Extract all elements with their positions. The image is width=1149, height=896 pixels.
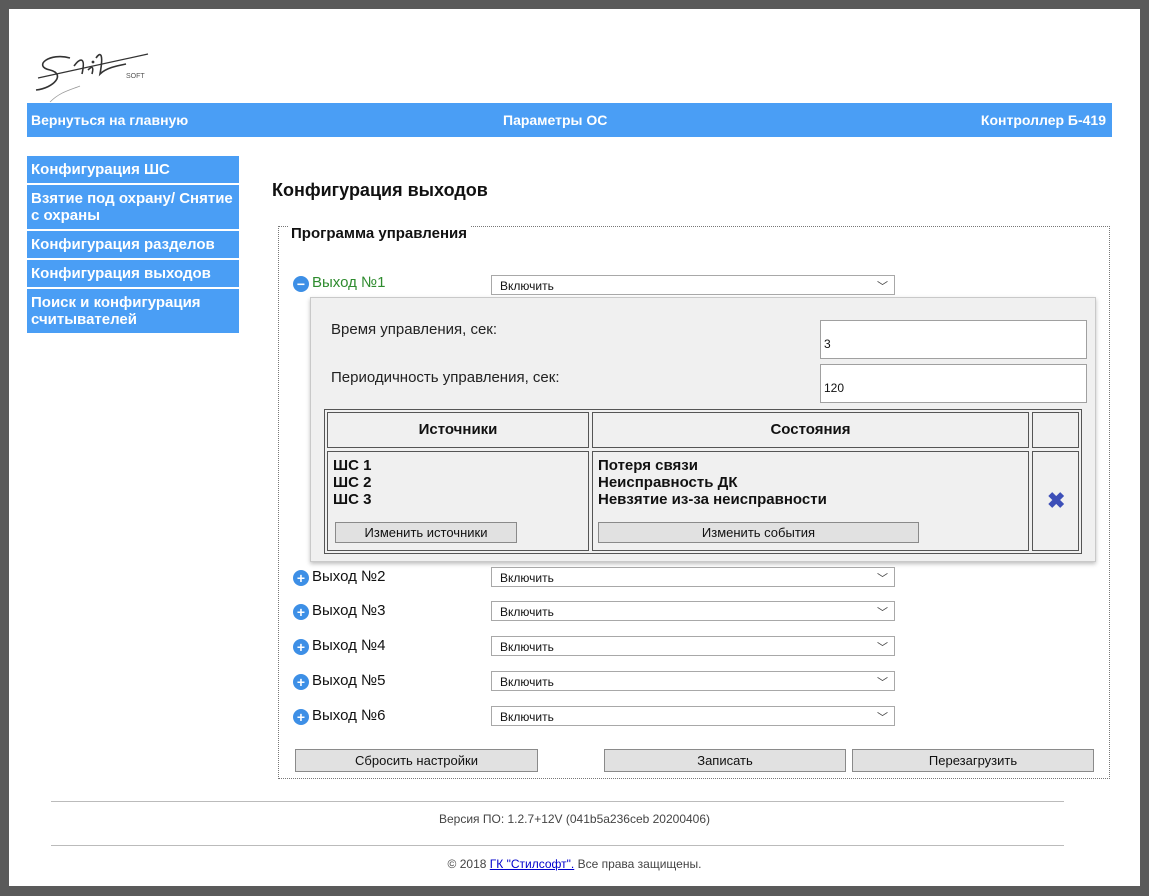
chevron-down-icon: ﹀ [877,677,888,689]
state-item: Потеря связи [598,457,698,474]
page-title: Конфигурация выходов [272,180,488,200]
reset-settings-button[interactable]: Сбросить настройки [295,749,538,772]
output-label: Выход №2 [312,568,386,585]
footer-divider [51,845,1064,846]
output-mode-select[interactable]: Включить ﹀ [491,275,895,295]
expand-icon[interactable]: + [293,604,309,620]
select-value: Включить [500,710,554,724]
stilsoft-logo: SOFT [35,53,149,103]
device-name: Контроллер Б-419 [980,112,1106,128]
chevron-down-icon: ﹀ [877,573,888,585]
source-item: ШС 1 [333,457,372,474]
chevron-down-icon: ﹀ [877,642,888,654]
delete-cell: ✖ [1032,451,1079,551]
actions-header [1032,412,1079,448]
sources-cell: ШС 1 ШС 2 ШС 3 Изменить источники [327,451,589,551]
sidebar-item-readers-config[interactable]: Поиск и конфигурация считывателей [27,289,239,333]
output-row-4: + Выход №4 Включить ﹀ [293,636,913,658]
control-period-label: Периодичность управления, сек: [331,369,560,386]
output-row-3: + Выход №3 Включить ﹀ [293,601,913,623]
control-time-input[interactable]: 3 [820,320,1087,359]
output-mode-select[interactable]: Включить ﹀ [491,671,895,691]
reboot-button[interactable]: Перезагрузить [852,749,1094,772]
output-label: Выход №6 [312,707,386,724]
sidebar-item-partitions-config[interactable]: Конфигурация разделов [27,231,239,258]
output-label: Выход №5 [312,672,386,689]
change-events-button[interactable]: Изменить события [598,522,919,543]
output-label: Выход №1 [312,274,386,291]
output-row-2: + Выход №2 Включить ﹀ [293,567,913,589]
state-item: Неисправность ДК [598,474,738,491]
company-link[interactable]: ГК "Стилсофт". [490,857,574,871]
top-nav-bar: Вернуться на главную Параметры ОС Контро… [27,103,1112,137]
output-mode-select[interactable]: Включить ﹀ [491,601,895,621]
chevron-down-icon: ﹀ [877,281,888,293]
collapse-icon[interactable]: − [293,276,309,292]
output-mode-select[interactable]: Включить ﹀ [491,636,895,656]
section-title: Параметры ОС [503,112,608,128]
home-link[interactable]: Вернуться на главную [31,112,188,128]
change-sources-button[interactable]: Изменить источники [335,522,517,543]
expand-icon[interactable]: + [293,639,309,655]
write-button[interactable]: Записать [604,749,846,772]
source-item: ШС 3 [333,491,372,508]
footer-divider [51,801,1064,802]
select-value: Включить [500,640,554,654]
output-mode-select[interactable]: Включить ﹀ [491,567,895,587]
svg-text:SOFT: SOFT [126,73,145,80]
sidebar: Конфигурация ШС Взятие под охрану/ Сняти… [27,156,239,335]
copyright: © 2018 ГК "Стилсофт". Все права защищены… [0,857,1149,871]
sidebar-item-zones-config[interactable]: Конфигурация ШС [27,156,239,183]
output-label: Выход №3 [312,602,386,619]
firmware-version: Версия ПО: 1.2.7+12V (041b5a236ceb 20200… [438,812,711,826]
source-item: ШС 2 [333,474,372,491]
states-header: Состояния [592,412,1029,448]
copyright-suffix: Все права защищены. [577,857,702,871]
expand-icon[interactable]: + [293,709,309,725]
delete-icon[interactable]: ✖ [1047,488,1065,514]
sidebar-item-outputs-config[interactable]: Конфигурация выходов [27,260,239,287]
group-legend: Программа управления [288,225,471,242]
states-cell: Потеря связи Неисправность ДК Невзятие и… [592,451,1029,551]
control-period-input[interactable]: 120 [820,364,1087,403]
sources-states-table: Источники Состояния ШС 1 ШС 2 ШС 3 Измен… [324,409,1082,554]
copyright-prefix: © 2018 [447,857,487,871]
select-value: Включить [500,605,554,619]
select-value: Включить [500,675,554,689]
sidebar-item-arm-disarm[interactable]: Взятие под охрану/ Снятие с охраны [27,185,239,229]
state-item: Невзятие из-за неисправности [598,491,827,508]
sources-header: Источники [327,412,589,448]
output-row-1: − Выход №1 Включить ﹀ [293,273,913,295]
output-label: Выход №4 [312,637,386,654]
expand-icon[interactable]: + [293,674,309,690]
chevron-down-icon: ﹀ [877,712,888,724]
select-value: Включить [500,279,554,293]
select-value: Включить [500,571,554,585]
expand-icon[interactable]: + [293,570,309,586]
control-time-label: Время управления, сек: [331,321,498,338]
output-row-5: + Выход №5 Включить ﹀ [293,671,913,693]
chevron-down-icon: ﹀ [877,607,888,619]
output-mode-select[interactable]: Включить ﹀ [491,706,895,726]
output-row-6: + Выход №6 Включить ﹀ [293,706,913,728]
